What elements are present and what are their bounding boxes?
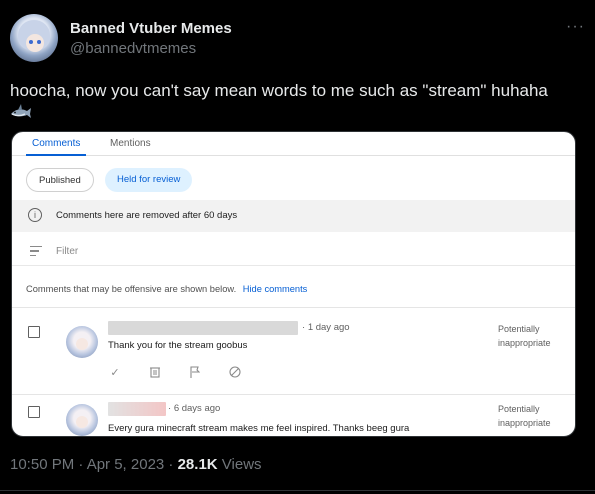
active-tab-indicator <box>26 154 86 156</box>
tweet-meta: 10:50 PM · Apr 5, 2023 · 28.1K Views <box>10 456 262 473</box>
shark-icon <box>11 104 31 118</box>
tab-mentions[interactable]: Mentions <box>110 138 151 149</box>
filter-icon <box>30 246 42 256</box>
avatar[interactable] <box>10 14 58 62</box>
comment-checkbox[interactable] <box>28 406 40 418</box>
divider <box>12 307 575 308</box>
check-icon[interactable]: ✓ <box>108 366 122 380</box>
filter-input[interactable]: Filter <box>56 246 78 257</box>
hide-comments-link[interactable]: Hide comments <box>243 284 308 294</box>
comment-checkbox[interactable] <box>28 326 40 338</box>
tweet-header: Banned Vtuber Memes @bannedvtmemes ··· <box>10 12 585 62</box>
handle[interactable]: @bannedvtmemes <box>70 40 196 57</box>
tweet-text: hoocha, now you can't say mean words to … <box>10 80 580 119</box>
delete-icon[interactable] <box>148 366 162 380</box>
info-icon: i <box>28 208 42 222</box>
commenter-avatar[interactable] <box>66 404 98 436</box>
comment-row: · 6 days ago Every gura minecraft stream… <box>12 398 575 436</box>
divider <box>0 490 595 491</box>
info-text: Comments here are removed after 60 days <box>56 210 238 221</box>
screenshot-card[interactable]: Comments Mentions Published Held for rev… <box>11 131 576 437</box>
comment-text: Thank you for the stream goobus <box>108 340 248 351</box>
tweet-timestamp[interactable]: 10:50 PM · Apr 5, 2023 · <box>10 456 178 473</box>
tab-bar: Comments Mentions <box>12 132 575 156</box>
display-name[interactable]: Banned Vtuber Memes <box>70 20 232 37</box>
comment-time: · 6 days ago <box>168 403 221 414</box>
block-icon[interactable] <box>228 366 242 380</box>
comment-text: Every gura minecraft stream makes me fee… <box>108 423 410 434</box>
tweet-body: hoocha, now you can't say mean words to … <box>10 81 548 100</box>
notice-text: Comments that may be offensive are shown… <box>26 284 237 294</box>
chip-held-for-review[interactable]: Held for review <box>105 168 193 192</box>
tab-comments[interactable]: Comments <box>32 138 80 149</box>
comment-row: · 1 day ago Thank you for the stream goo… <box>12 318 575 398</box>
views-count: 28.1K <box>177 456 218 473</box>
filter-bar[interactable]: Filter <box>12 236 575 266</box>
divider <box>12 394 575 395</box>
more-horizontal-icon[interactable]: ··· <box>566 18 585 36</box>
offensive-notice: Comments that may be offensive are shown… <box>26 284 307 294</box>
flag-icon[interactable] <box>188 366 202 380</box>
commenter-avatar[interactable] <box>66 326 98 358</box>
views-label: Views <box>217 456 262 473</box>
comment-time: · 1 day ago <box>302 322 350 333</box>
redacted-username <box>108 402 166 416</box>
status-label: Potentially inappropriate <box>498 404 551 428</box>
info-banner: i Comments here are removed after 60 day… <box>12 200 575 232</box>
status-label: Potentially inappropriate <box>498 324 551 348</box>
chip-published[interactable]: Published <box>26 168 94 192</box>
redacted-username <box>108 321 298 335</box>
